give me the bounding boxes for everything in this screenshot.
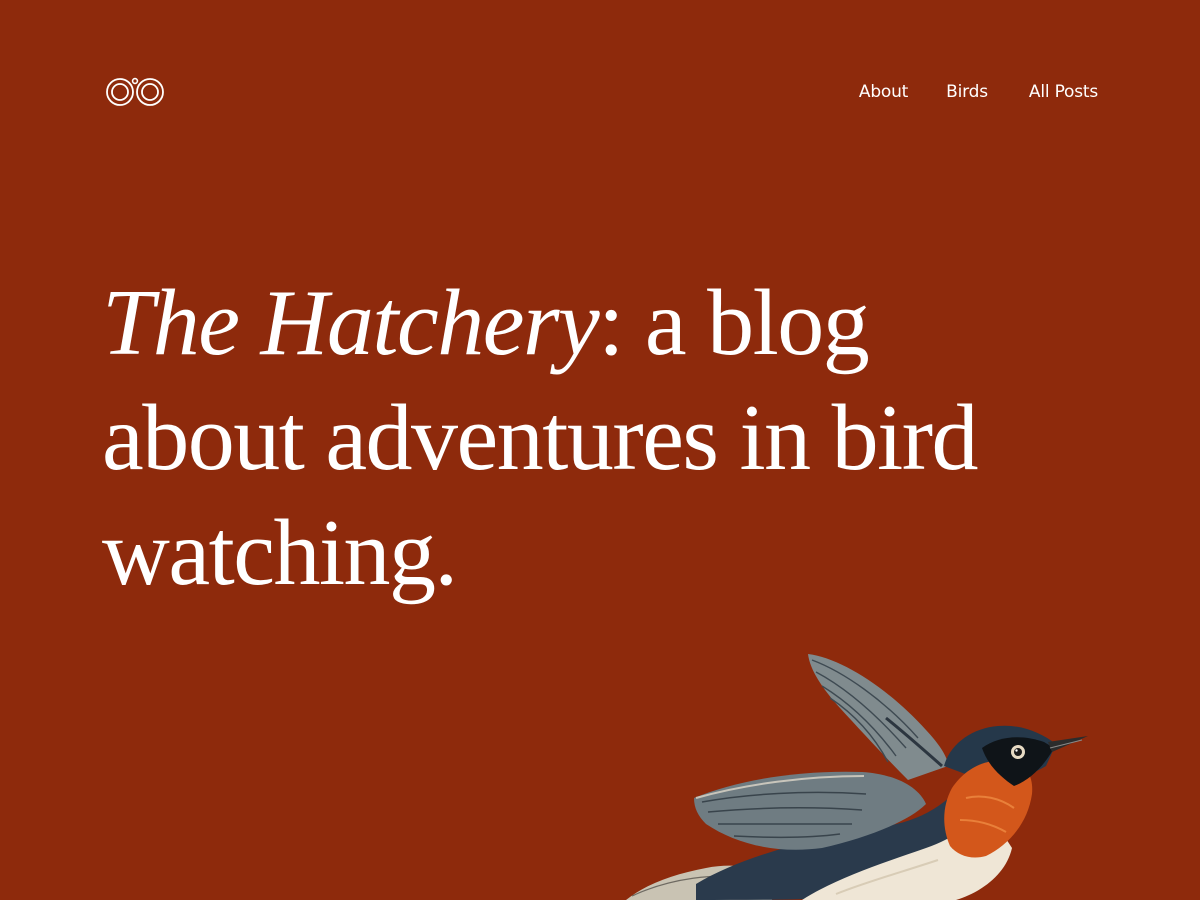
blog-name: The Hatchery [102, 271, 600, 375]
bird-illustration [626, 654, 1088, 900]
nav-link-all-posts[interactable]: All Posts [1029, 80, 1098, 104]
page-title: The Hatchery: a blog about adventures in… [102, 266, 982, 611]
nav-link-birds[interactable]: Birds [946, 80, 988, 104]
nav-link-about[interactable]: About [859, 80, 908, 104]
main-nav: About Birds All Posts [859, 80, 1098, 104]
binoculars-icon[interactable] [104, 76, 166, 108]
page: About Birds All Posts The Hatchery: a bl… [0, 0, 1200, 900]
